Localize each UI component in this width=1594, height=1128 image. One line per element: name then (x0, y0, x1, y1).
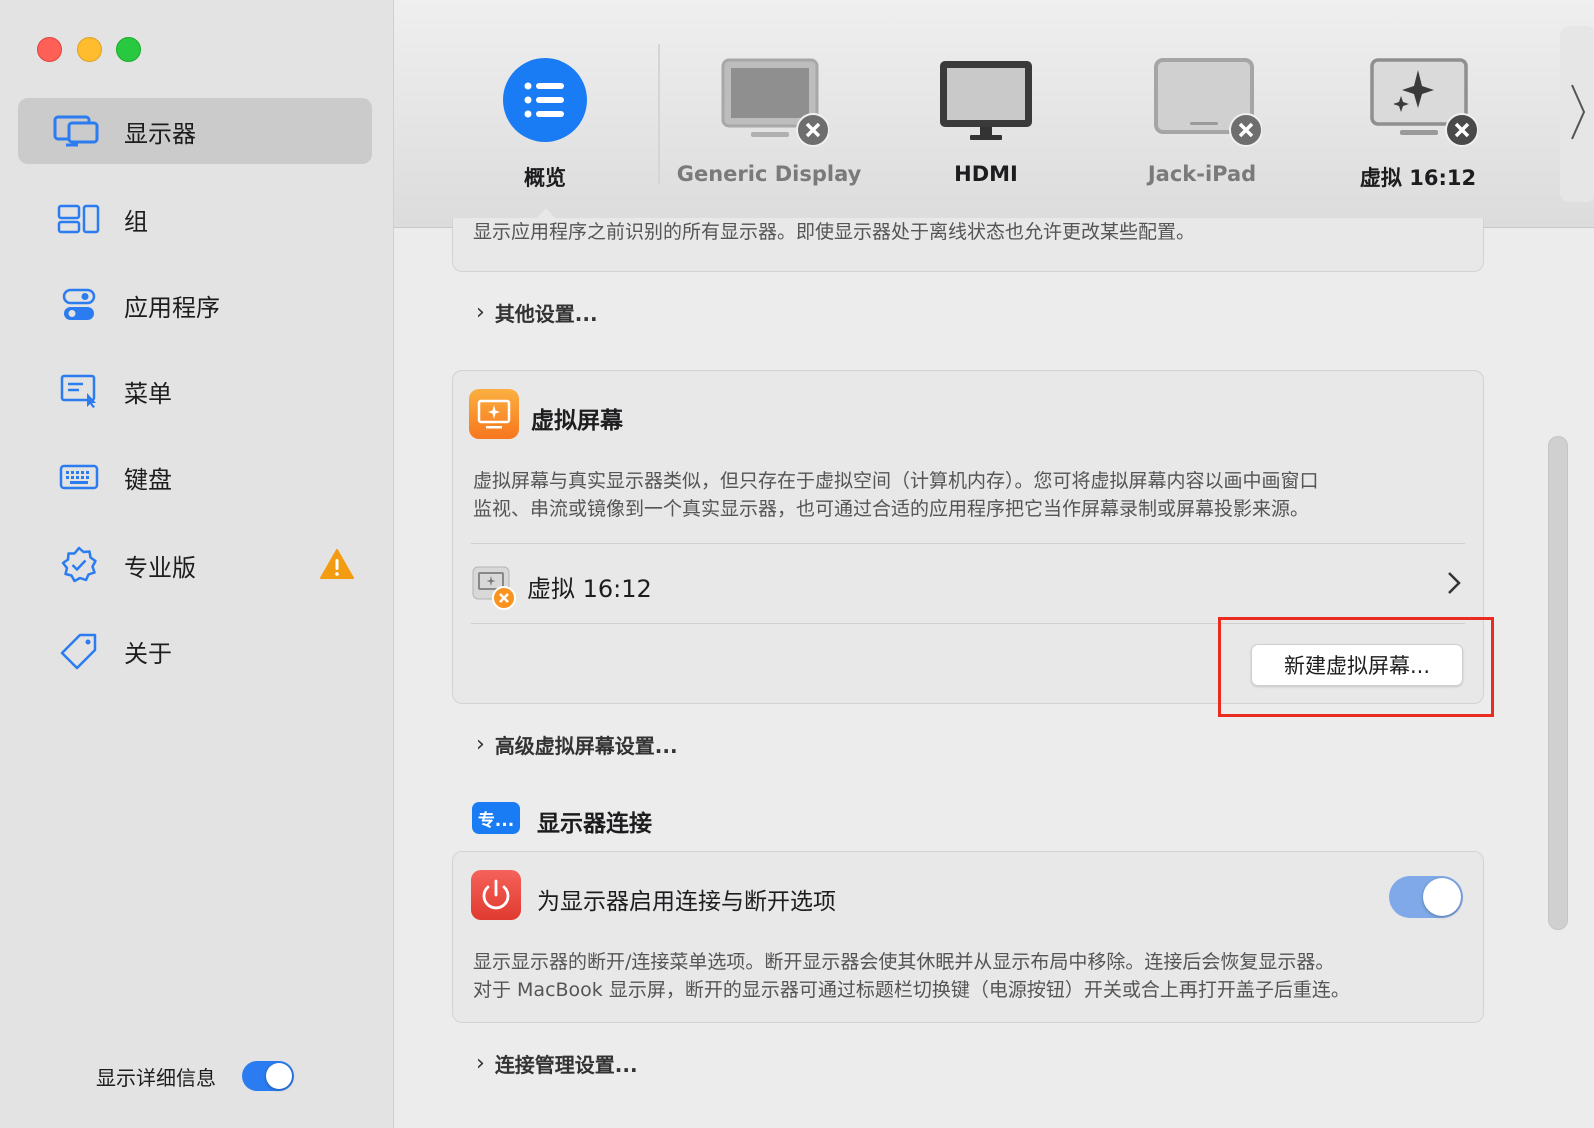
chevron-right-icon: › (476, 732, 485, 757)
tab-generic-display[interactable]: Generic Display (669, 50, 869, 186)
sidebar-item-label: 菜单 (124, 379, 172, 408)
sidebar-item-groups[interactable]: 组 (18, 186, 372, 252)
generic-monitor-icon (669, 50, 869, 150)
sidebar-item-label: 显示器 (124, 119, 196, 148)
chevron-right-icon: › (476, 1051, 485, 1076)
virtual-screen-app-icon (469, 389, 519, 439)
connection-settings-disclosure[interactable]: › 连接管理设置... (476, 1049, 638, 1078)
sidebar-item-about[interactable]: 关于 (18, 618, 372, 684)
sidebar-item-menu[interactable]: 菜单 (18, 358, 372, 424)
next-displays-button[interactable] (1560, 26, 1594, 202)
divider (471, 543, 1465, 544)
connection-description-line2: 对于 MacBook 显示屏，断开的显示器可通过标题栏切换键（电源按钮）开关或合… (473, 979, 1350, 1001)
sidebar: 显示器 组 应用程序 菜单 键盘 专业版 关于 显示详细信息 (0, 0, 394, 1128)
overview-description: 显示应用程序之前识别的所有显示器。即使显示器处于离线状态也允许更改某些配置。 (473, 221, 1196, 243)
disclosure-label: 其他设置... (494, 302, 598, 326)
virtual-monitor-icon (1318, 50, 1518, 150)
sidebar-item-apps[interactable]: 应用程序 (18, 272, 372, 338)
sidebar-item-displays[interactable]: 显示器 (18, 98, 372, 164)
show-details-toggle[interactable] (242, 1061, 294, 1091)
sidebar-item-pro[interactable]: 专业版 (18, 532, 372, 598)
zoom-window-button[interactable] (116, 37, 141, 62)
virtual-display-label: 虚拟 16:12 (527, 575, 652, 603)
ipad-icon (1102, 50, 1302, 150)
tab-label: 虚拟 16:12 (1359, 166, 1477, 190)
sidebar-item-label: 应用程序 (124, 293, 220, 322)
tab-label: HDMI (954, 162, 1018, 186)
pro-badge: 专... (472, 802, 520, 834)
chevron-right-icon (1447, 571, 1461, 599)
virtual-screen-description-line1: 虚拟屏幕与真实显示器类似，但只存在于虚拟空间（计算机内存）。您可将虚拟屏幕内容以… (473, 470, 1319, 492)
tab-label: Jack-iPad (1147, 162, 1257, 186)
tab-virtual-16-12[interactable]: 虚拟 16:12 (1318, 50, 1518, 192)
tab-hdmi[interactable]: HDMI (886, 50, 1086, 186)
chevron-right-icon (1569, 82, 1587, 146)
connection-option-toggle[interactable] (1389, 876, 1463, 918)
connection-option-label: 为显示器启用连接与断开选项 (537, 889, 836, 915)
tab-label: Generic Display (676, 162, 862, 186)
virtual-screen-description-line2: 监视、串流或镜像到一个真实显示器，也可通过合适的应用程序把它当作屏幕录制或屏幕投… (473, 498, 1310, 520)
vertical-scrollbar[interactable] (1548, 436, 1568, 930)
display-connection-heading: 显示器连接 (537, 811, 652, 837)
sidebar-item-keyboard[interactable]: 键盘 (18, 444, 372, 510)
menu-cursor-icon (54, 369, 104, 413)
minimize-window-button[interactable] (77, 37, 102, 62)
sidebar-item-label: 键盘 (124, 465, 172, 494)
chevron-right-icon: › (476, 300, 485, 325)
power-icon (471, 870, 521, 920)
verified-badge-icon (54, 543, 104, 587)
sidebar-item-label: 专业版 (124, 553, 196, 582)
overview-card: 显示应用程序之前识别的所有显示器。即使显示器处于离线状态也允许更改某些配置。 (452, 218, 1484, 272)
warning-icon (320, 548, 354, 580)
display-selector-bar: 概览 Generic Display HDMI Jack-iPad 虚拟 16:… (394, 0, 1594, 228)
overview-list-icon (445, 50, 645, 150)
keyboard-icon (54, 455, 104, 499)
virtual-display-row[interactable]: 虚拟 16:12 (471, 545, 1465, 623)
sidebar-item-label: 关于 (124, 639, 172, 668)
disclosure-label: 连接管理设置... (494, 1053, 638, 1077)
sidebar-item-label: 组 (124, 207, 148, 236)
groups-icon (54, 197, 104, 241)
show-details-label: 显示详细信息 (96, 1066, 216, 1090)
tab-label: 概览 (524, 166, 566, 190)
tab-jack-ipad[interactable]: Jack-iPad (1102, 50, 1302, 186)
displays-icon (52, 109, 102, 153)
connection-description-line1: 显示显示器的断开/连接菜单选项。断开显示器会使其休眠并从显示布局中移除。连接后会… (473, 951, 1335, 973)
app-toggles-icon (54, 283, 104, 327)
tab-divider (658, 44, 660, 184)
highlight-annotation-box (1218, 617, 1494, 717)
advanced-virtual-settings-disclosure[interactable]: › 高级虚拟屏幕设置... (476, 730, 678, 759)
virtual-screen-title: 虚拟屏幕 (531, 408, 623, 434)
display-connection-card: 为显示器启用连接与断开选项 显示显示器的断开/连接菜单选项。断开显示器会使其休眠… (452, 851, 1484, 1023)
tab-overview[interactable]: 概览 (445, 50, 645, 192)
hdmi-monitor-icon (886, 50, 1086, 150)
close-window-button[interactable] (37, 37, 62, 62)
virtual-display-disconnected-icon (471, 565, 517, 615)
tag-icon (54, 629, 104, 673)
other-settings-disclosure[interactable]: › 其他设置... (476, 298, 598, 327)
disclosure-label: 高级虚拟屏幕设置... (494, 734, 678, 758)
